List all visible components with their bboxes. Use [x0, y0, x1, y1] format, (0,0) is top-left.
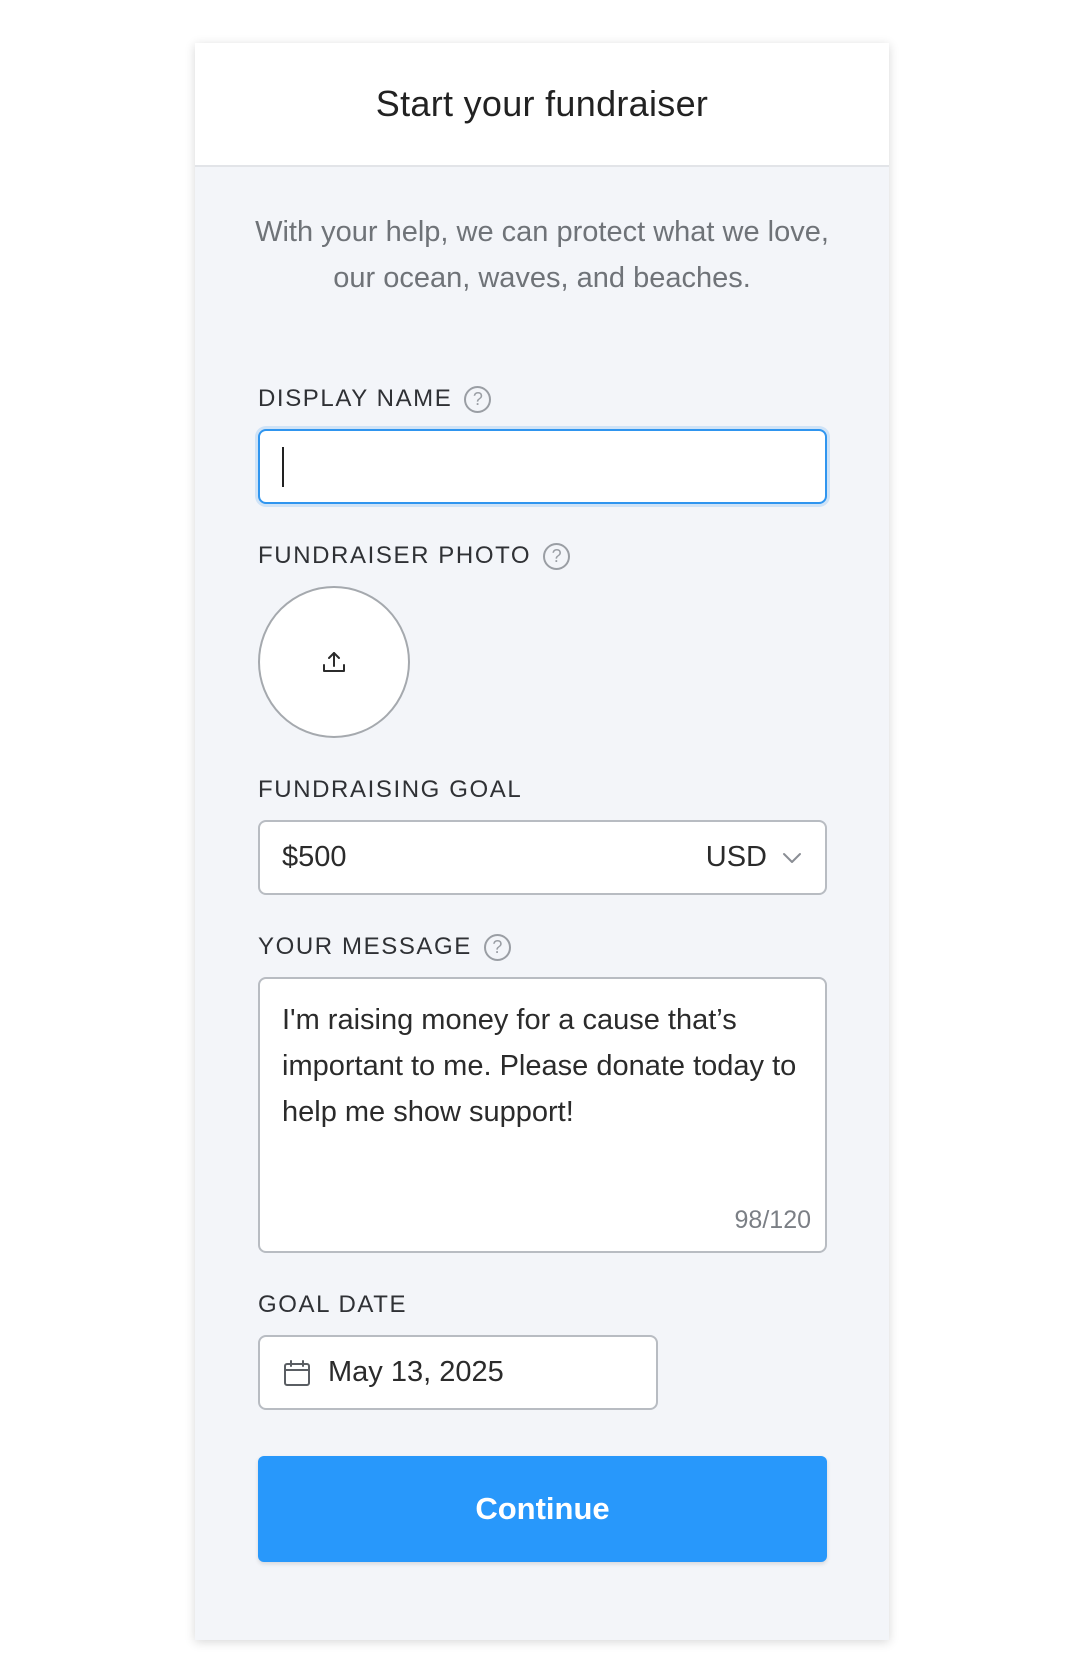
- character-counter: 98/120: [734, 1206, 811, 1234]
- message-textarea[interactable]: I'm raising money for a cause that’s imp…: [258, 977, 827, 1253]
- currency-value: USD: [705, 841, 767, 873]
- upload-icon: [323, 652, 345, 672]
- display-name-label: DISPLAY NAME: [258, 385, 453, 412]
- message-label: YOUR MESSAGE: [258, 933, 472, 960]
- text-cursor: [282, 446, 284, 487]
- currency-select[interactable]: USD: [706, 841, 803, 874]
- intro-text: With your help, we can protect what we l…: [255, 216, 829, 294]
- goal-value: $500: [282, 841, 347, 873]
- question-circle-icon[interactable]: ?: [543, 542, 571, 570]
- chevron-down-icon: [783, 852, 801, 863]
- goal-field: FUNDRAISING GOAL $500 USD: [258, 772, 827, 895]
- message-value: I'm raising money for a cause that’s imp…: [282, 1004, 797, 1128]
- continue-button[interactable]: Continue: [258, 1456, 827, 1562]
- display-name-input[interactable]: [258, 429, 827, 504]
- header: Start your fundraiser: [195, 43, 889, 167]
- goal-label: FUNDRAISING GOAL: [258, 776, 523, 803]
- question-circle-icon[interactable]: ?: [483, 933, 511, 961]
- photo-field: FUNDRAISER PHOTO ?: [258, 538, 827, 738]
- fundraiser-card: Start your fundraiser With your help, we…: [195, 43, 889, 1640]
- question-circle-icon[interactable]: ?: [464, 385, 492, 413]
- page-title: Start your fundraiser: [375, 83, 709, 124]
- display-name-field: DISPLAY NAME ?: [258, 381, 827, 504]
- goal-date-input[interactable]: May 13, 2025: [258, 1335, 658, 1410]
- goal-date-field: GOAL DATE May 13, 2025: [258, 1287, 827, 1410]
- photo-upload-button[interactable]: [258, 586, 410, 738]
- calendar-icon: [284, 1359, 310, 1386]
- goal-date-label: GOAL DATE: [258, 1291, 408, 1318]
- photo-label: FUNDRAISER PHOTO: [258, 542, 532, 569]
- goal-date-value: May 13, 2025: [328, 1356, 504, 1388]
- goal-input[interactable]: $500 USD: [258, 820, 827, 895]
- fundraiser-form: DISPLAY NAME ? FUNDRAISER PHOTO ? FUNDRA…: [258, 381, 827, 1562]
- message-field: YOUR MESSAGE ? I'm raising money for a c…: [258, 929, 827, 1253]
